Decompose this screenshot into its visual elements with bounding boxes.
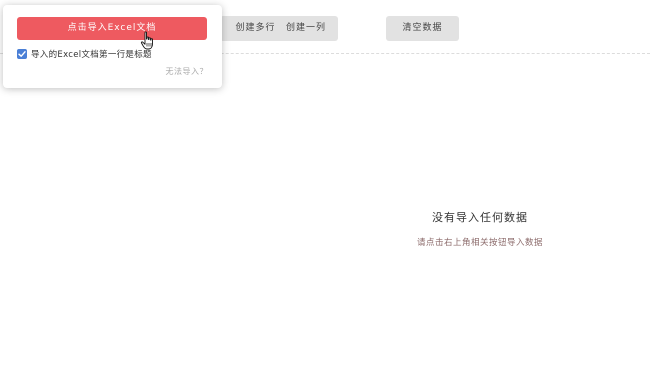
first-row-header-label: 导入的Excel文档第一行是标题 (31, 50, 152, 60)
cannot-import-help-link[interactable]: 无法导入？ (166, 66, 209, 77)
first-row-header-checkbox[interactable] (17, 49, 27, 59)
checkmark-icon (18, 51, 26, 57)
empty-state-subtitle: 请点击右上角相关按钮导入数据 (416, 238, 543, 248)
import-popup: 点击导入Excel文档 导入的Excel文档第一行是标题 无法导入？ (3, 5, 222, 88)
create-column-button[interactable]: 创建一列 (274, 16, 338, 41)
import-excel-button[interactable]: 点击导入Excel文档 (17, 17, 207, 40)
clear-data-button[interactable]: 清空数据 (386, 16, 459, 41)
empty-state-title: 没有导入任何数据 (432, 211, 528, 224)
first-row-header-option: 导入的Excel文档第一行是标题 (17, 48, 152, 60)
page: 创建多行 创建一列 清空数据 点击导入Excel文档 导入的Excel文档第一行… (0, 0, 650, 380)
